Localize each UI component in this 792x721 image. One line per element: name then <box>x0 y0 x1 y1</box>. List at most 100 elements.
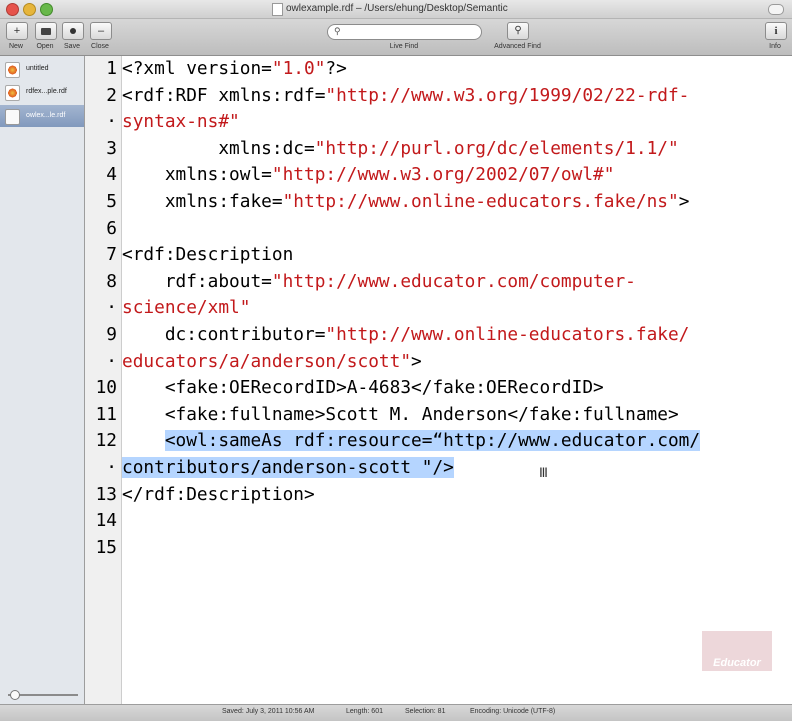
new-label: New <box>8 43 23 50</box>
line-number: · <box>106 297 117 319</box>
info-button[interactable]: i <box>765 22 787 40</box>
open-label: Open <box>36 43 54 50</box>
code-token: xmlns:fake= <box>122 191 283 212</box>
sidebar-item-owlexample[interactable]: owlex...le.rdf <box>0 105 84 127</box>
educator-logo: Educator <box>713 657 761 669</box>
line-number: 5 <box>106 191 117 212</box>
code-line: syntax-ns#" <box>122 109 240 135</box>
sidebar-item-label: untitled <box>26 65 49 72</box>
line-number: · <box>106 457 117 478</box>
sidebar-item-rdfexample[interactable]: rdfex...ple.rdf <box>0 81 84 103</box>
selected-text: contributors/anderson-scott "/> <box>122 457 454 478</box>
code-line: xmlns:owl="http://www.w3.org/2002/07/owl… <box>122 162 615 188</box>
plus-icon: + <box>13 24 21 37</box>
close-label: Close <box>91 43 109 50</box>
code-editor[interactable]: <?xml version="1.0"?> <rdf:RDF xmlns:rdf=… <box>122 56 792 704</box>
code-line: <rdf:Description <box>122 242 293 268</box>
code-line: <fake:OERecordID>A-4683</fake:OERecordID… <box>122 375 604 401</box>
code-token: ?> <box>325 58 347 79</box>
advanced-find-label: Advanced Find <box>494 43 541 50</box>
toolbar: + New Open Save – Close ⚲ Live Find ⚲ Ad… <box>0 19 792 56</box>
line-number: 9 <box>106 324 117 345</box>
sidebar-item-untitled[interactable]: untitled <box>0 58 84 80</box>
saved-status: Saved: July 3, 2011 10:56 AM <box>222 708 315 715</box>
string-token: "1.0" <box>271 58 326 79</box>
line-number: 1 <box>106 58 117 79</box>
sidebar-item-label: rdfex...ple.rdf <box>26 88 67 95</box>
save-dot-icon <box>70 28 76 34</box>
length-status: Length: 601 <box>346 708 383 715</box>
code-token: xmlns:dc= <box>122 137 315 159</box>
zoom-window-button[interactable] <box>40 3 53 16</box>
close-window-button[interactable] <box>6 3 19 16</box>
folder-icon <box>41 27 51 35</box>
code-token: </rdf:Description> <box>122 483 315 505</box>
line-number: 3 <box>106 137 117 159</box>
line-number: 7 <box>106 244 117 266</box>
document-sidebar: untitled rdfex...ple.rdf owlex...le.rdf <box>0 56 85 704</box>
close-button[interactable]: – <box>90 22 112 40</box>
document-red-icon <box>5 62 20 78</box>
line-number: 11 <box>95 403 117 425</box>
code-line: contributors/anderson-scott "/> <box>122 455 454 481</box>
string-token: "http://www.online-educators.fake/ <box>325 324 690 345</box>
code-line: </rdf:Description> <box>122 482 315 508</box>
line-number: 8 <box>106 270 117 292</box>
string-token: "http://www.w3.org/1999/02/22-rdf- <box>325 84 690 106</box>
info-icon: i <box>774 24 778 37</box>
line-number: 15 <box>95 536 117 558</box>
save-button[interactable] <box>62 22 84 40</box>
sidebar-zoom-slider-handle[interactable] <box>10 690 20 700</box>
line-number: 2 <box>106 84 117 106</box>
line-number: 12 <box>95 430 117 452</box>
line-number: 6 <box>106 217 117 239</box>
line-number: · <box>106 111 117 133</box>
document-white-icon <box>5 109 20 125</box>
code-token: rdf:about= <box>122 270 272 292</box>
code-token: > <box>411 350 422 372</box>
live-find-label: Live Find <box>389 43 419 50</box>
new-button[interactable]: + <box>6 22 28 40</box>
code-line: science/xml" <box>122 295 250 321</box>
code-line: xmlns:dc="http://purl.org/dc/elements/1.… <box>122 136 679 162</box>
live-find-search-input[interactable]: ⚲ <box>327 24 482 40</box>
code-token: <rdf:Description <box>122 244 294 266</box>
code-line: educators/a/anderson/scott"> <box>122 349 422 375</box>
document-red-icon <box>5 85 20 101</box>
line-number: 14 <box>95 510 117 532</box>
selected-text: <owl:sameAs rdf:resource=“http://www.edu… <box>164 430 701 452</box>
selection-status: Selection: 81 <box>405 708 446 715</box>
line-number: 13 <box>95 483 117 505</box>
string-token: "http://www.w3.org/2002/07/owl#" <box>271 164 615 186</box>
code-token: <?xml version= <box>122 58 272 79</box>
line-number: 10 <box>95 377 117 399</box>
minimize-window-button[interactable] <box>23 3 36 16</box>
encoding-status: Encoding: Unicode (UTF-8) <box>470 708 556 715</box>
code-token: <fake:fullname>Scott M. Anderson</fake:f… <box>122 403 679 425</box>
string-token: "http://www.educator.com/computer- <box>271 270 636 292</box>
info-label: Info <box>769 43 781 50</box>
string-token: "http://purl.org/dc/elements/1.1/" <box>314 137 679 159</box>
status-bar: Saved: July 3, 2011 10:56 AM Length: 601… <box>0 704 792 721</box>
string-token: "http://www.online-educators.fake/ns" <box>282 191 679 212</box>
line-number: 4 <box>106 164 117 186</box>
code-token: xmlns:owl= <box>122 164 272 186</box>
save-label: Save <box>64 43 80 50</box>
advanced-find-button[interactable]: ⚲ <box>507 22 529 40</box>
document-proxy-icon[interactable] <box>272 3 283 16</box>
minus-icon: – <box>97 24 105 37</box>
code-line: rdf:about="http://www.educator.com/compu… <box>122 269 636 295</box>
code-token: <fake:OERecordID>A-4683</fake:OERecordID… <box>122 377 604 399</box>
string-token: syntax-ns#" <box>122 111 240 133</box>
string-token: science/xml" <box>122 297 251 319</box>
toolbar-toggle-button[interactable] <box>768 4 784 15</box>
code-token: <rdf:RDF xmlns:rdf= <box>122 84 326 106</box>
code-line: <rdf:RDF xmlns:rdf="http://www.w3.org/19… <box>122 83 689 109</box>
code-line: xmlns:fake="http://www.online-educators.… <box>122 189 690 215</box>
code-line: <fake:fullname>Scott M. Anderson</fake:f… <box>122 402 679 428</box>
line-number: · <box>106 350 117 372</box>
search-icon: ⚲ <box>334 26 341 36</box>
open-button[interactable] <box>35 22 57 40</box>
code-line: dc:contributor="http://www.online-educat… <box>122 322 690 348</box>
